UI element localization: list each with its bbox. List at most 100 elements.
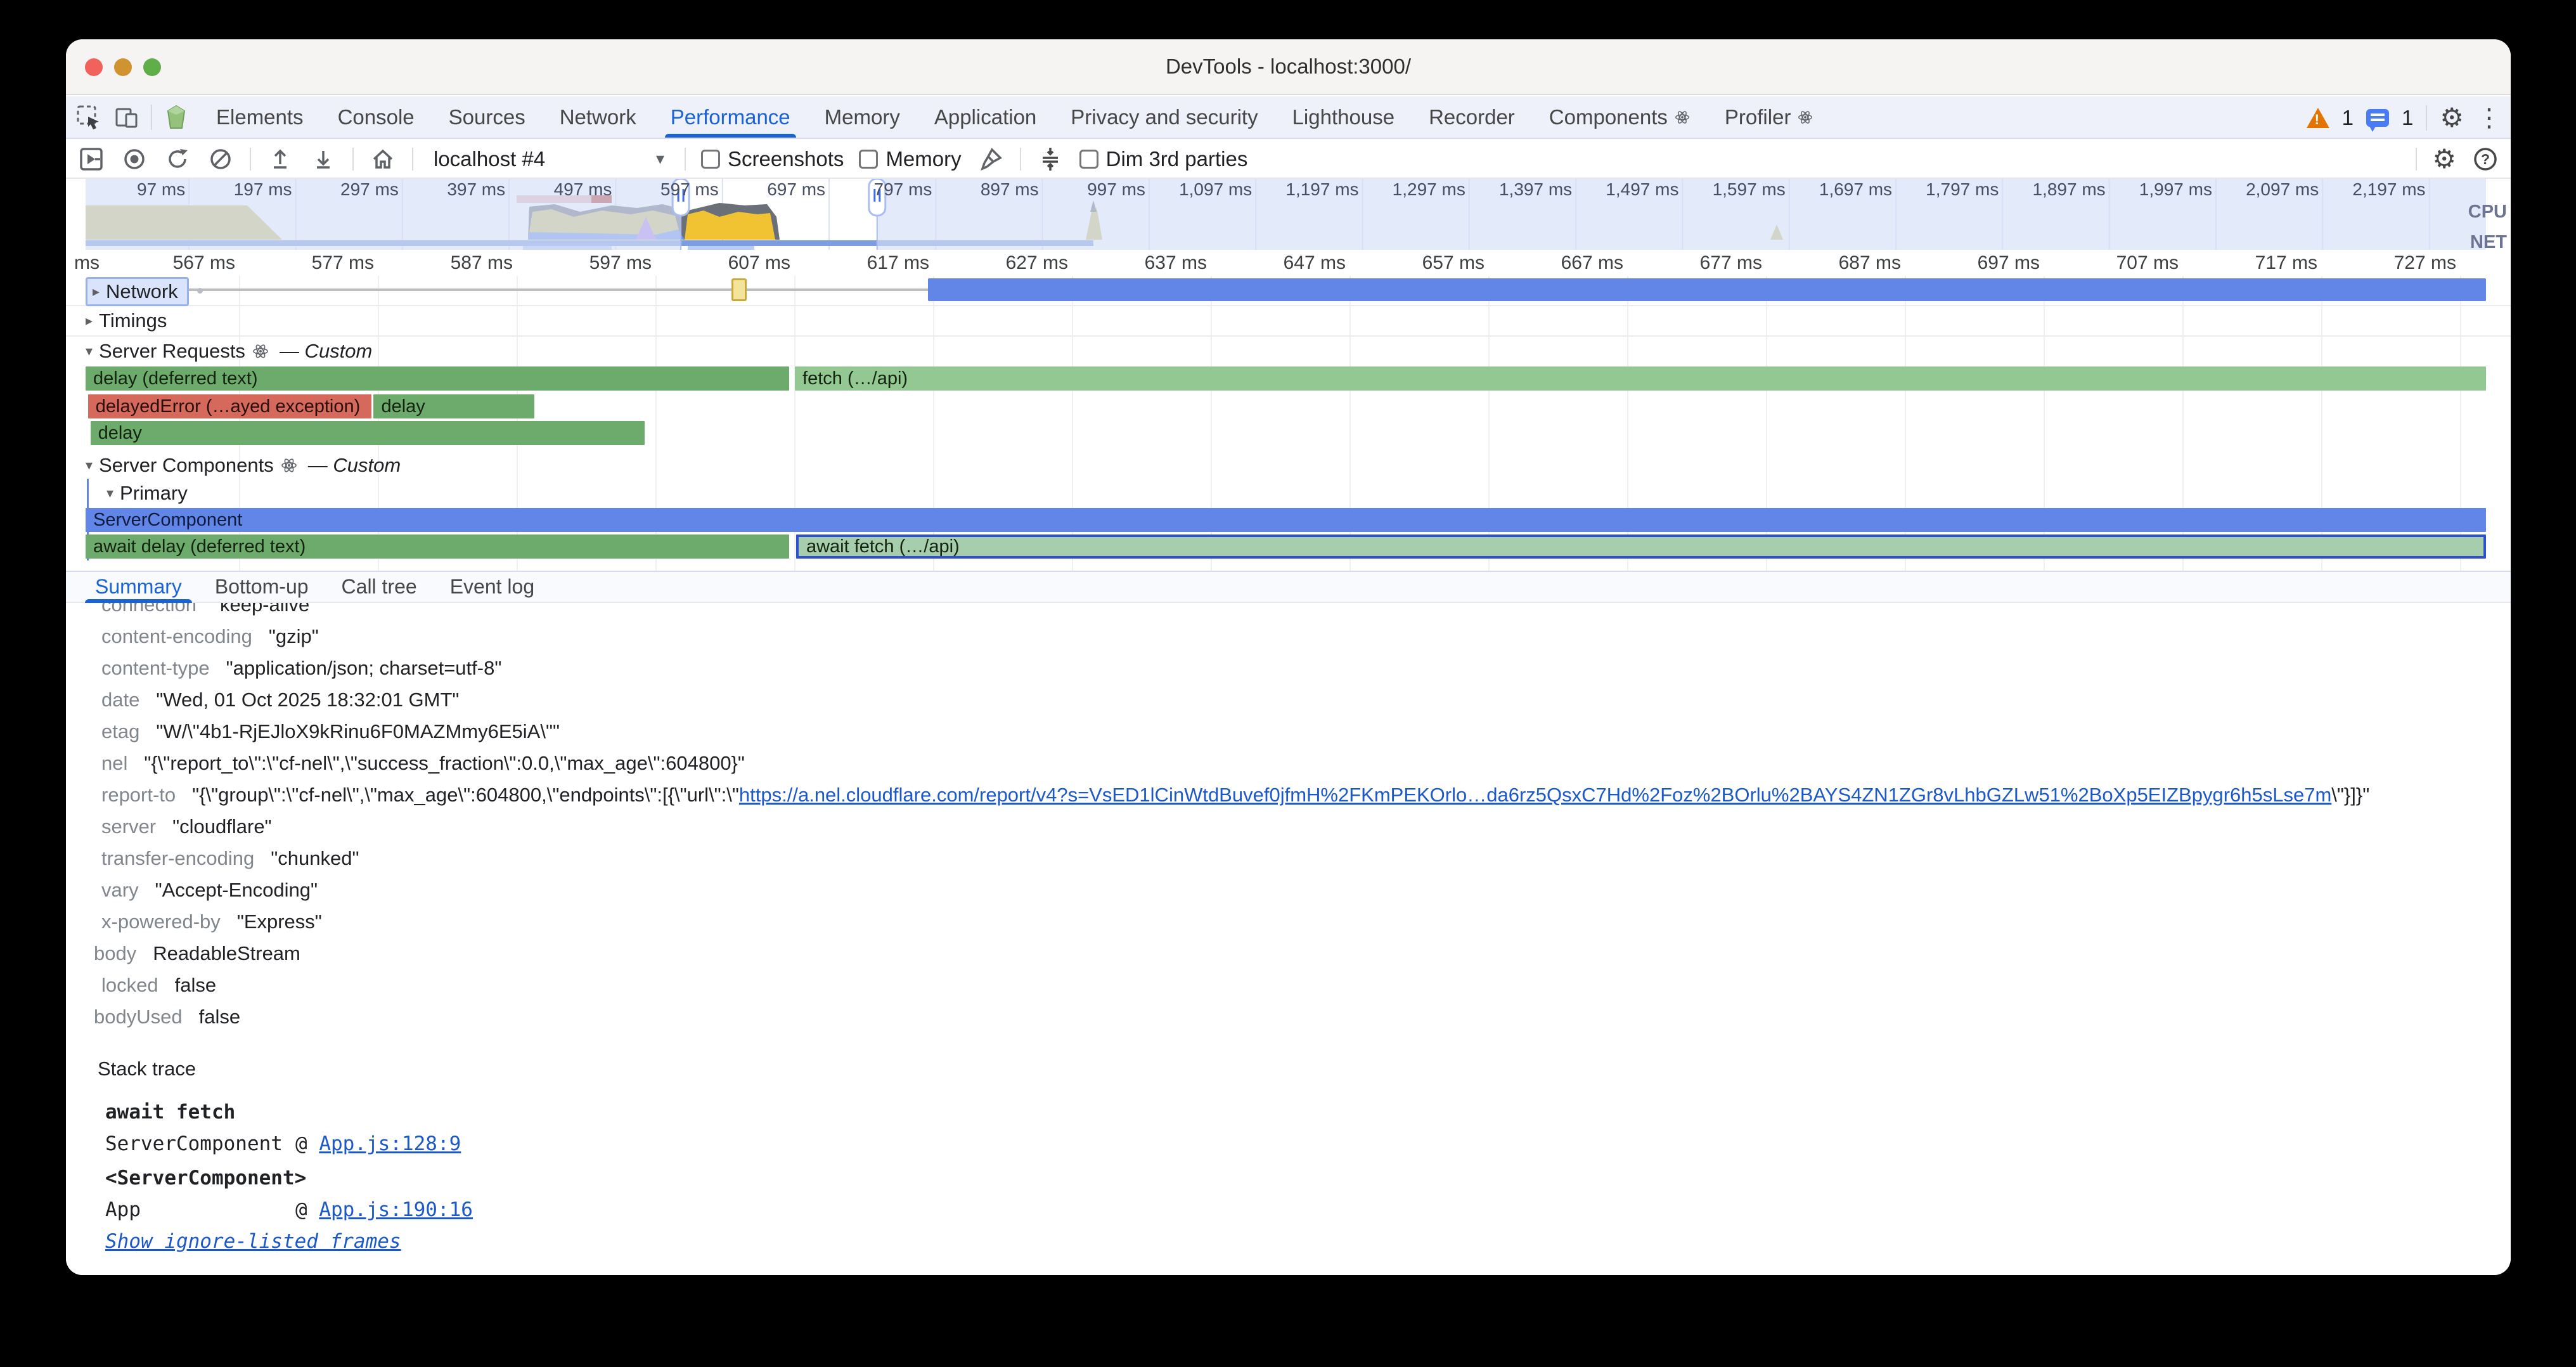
checkbox-box[interactable] — [859, 150, 878, 169]
stack-frame-function: App — [105, 1198, 295, 1221]
header-row: server"cloudflare" — [101, 814, 272, 839]
clear-icon[interactable] — [207, 145, 235, 173]
home-icon[interactable] — [369, 145, 397, 173]
header-row: connection"keep-alive" — [101, 603, 316, 618]
details-tab-summary[interactable]: Summary — [79, 572, 198, 602]
tab-profiler[interactable]: Profiler — [1708, 96, 1831, 138]
tab-application[interactable]: Application — [917, 96, 1053, 138]
overview-tick-label: 1,997 ms — [2139, 179, 2212, 199]
tab-privacy-and-security[interactable]: Privacy and security — [1053, 96, 1275, 138]
show-ignore-listed-frames-link[interactable]: Show ignore-listed frames — [105, 1230, 401, 1253]
details-tab-bar: SummaryBottom-upCall treeEvent log — [66, 571, 2511, 603]
network-request-bar[interactable] — [928, 278, 2486, 301]
header-key: transfer-encoding — [101, 847, 254, 869]
memory-checkbox[interactable]: Memory — [859, 147, 961, 171]
tab-memory[interactable]: Memory — [808, 96, 917, 138]
server-component-row: ServerComponent — [86, 508, 2486, 533]
overview-cpu-chart[interactable]: 97 ms197 ms297 ms397 ms497 ms597 ms697 m… — [86, 179, 2486, 250]
network-track[interactable]: ▸ Network — [86, 277, 2486, 304]
header-key: x-powered-by — [101, 910, 221, 933]
tab-network[interactable]: Network — [543, 96, 654, 138]
flame-bar-label: delayedError (…ayed exception) — [96, 396, 360, 417]
record-icon[interactable] — [120, 145, 148, 173]
screenshots-label: Screenshots — [728, 147, 844, 171]
flame-bar[interactable]: delay — [91, 421, 645, 445]
record-reload-icon[interactable] — [164, 145, 191, 173]
flame-settings-icon[interactable] — [1036, 145, 1064, 173]
flame-bar[interactable]: await delay (deferred text) — [86, 534, 789, 559]
server-requests-track-header[interactable]: ▾ Server Requests — Custom — [86, 339, 2486, 363]
tab-components[interactable]: Components — [1532, 96, 1708, 138]
stack-trace-row: App@ App.js:190:16 — [105, 1198, 473, 1221]
more-options-icon[interactable]: ⋮ — [2476, 103, 2502, 133]
svg-text:?: ? — [2481, 151, 2490, 167]
flame-bar[interactable]: await fetch (…/api) — [796, 534, 2486, 559]
details-tab-event-log[interactable]: Event log — [434, 572, 551, 602]
report-endpoint-link[interactable]: https://a.nel.cloudflare.com/report/v4?s… — [739, 784, 2331, 806]
header-row: date"Wed, 01 Oct 2025 18:32:01 GMT" — [101, 687, 459, 713]
tab-performance[interactable]: Performance — [654, 96, 808, 138]
custom-track-suffix: — Custom — [280, 340, 372, 363]
stack-trace-row: Show ignore-listed frames — [105, 1230, 401, 1253]
tab-lighthouse[interactable]: Lighthouse — [1275, 96, 1412, 138]
flame-bar[interactable]: delay (deferred text) — [86, 366, 789, 391]
help-icon[interactable]: ? — [2471, 145, 2499, 173]
flame-bar[interactable]: delayedError (…ayed exception) — [88, 394, 371, 418]
capture-settings-gear-icon[interactable]: ⚙ — [2432, 143, 2456, 174]
live-metrics-icon[interactable] — [77, 145, 105, 173]
tab-label: Console — [338, 105, 415, 129]
collect-garbage-icon[interactable] — [977, 145, 1005, 173]
tab-sources[interactable]: Sources — [432, 96, 543, 138]
timings-track-header[interactable]: ▸ Timings — [86, 309, 2486, 333]
tab-console[interactable]: Console — [321, 96, 432, 138]
device-toolbar-icon[interactable] — [113, 103, 141, 131]
summary-pane[interactable]: Stack trace connection"keep-alive"conten… — [66, 603, 2511, 1275]
header-value: "gzip" — [269, 625, 319, 647]
details-tab-call-tree[interactable]: Call tree — [325, 572, 434, 602]
server-components-track-header[interactable]: ▾ Server Components — Custom — [86, 453, 2486, 477]
load-profile-icon[interactable] — [266, 145, 294, 173]
header-value: "{\"report_to\":\"cf-nel\",\"success_fra… — [144, 752, 745, 774]
details-tab-bottom-up[interactable]: Bottom-up — [198, 572, 325, 602]
tab-label: Lighthouse — [1292, 105, 1394, 129]
flame-chart-tracks[interactable]: ▸ Network ▸ Timings ▾ Server Requests — … — [66, 276, 2511, 571]
stack-frame-location-link[interactable]: App.js:190:16 — [319, 1198, 473, 1221]
network-track-header[interactable]: ▸ Network — [86, 277, 189, 306]
screenshots-checkbox[interactable]: Screenshots — [701, 147, 844, 171]
header-key: vary — [101, 879, 139, 901]
tab-recorder[interactable]: Recorder — [1412, 96, 1532, 138]
header-value-prefix: "{\"group\":\"cf-nel\",\"max_age\":60480… — [192, 784, 739, 806]
timeline-ruler[interactable]: ms567 ms577 ms587 ms597 ms607 ms617 ms62… — [66, 250, 2511, 276]
timeline-overview[interactable]: 97 ms197 ms297 ms397 ms497 ms597 ms697 m… — [66, 179, 2511, 250]
header-key: date — [101, 689, 139, 711]
expand-triangle-icon: ▾ — [106, 486, 113, 502]
checkbox-box[interactable] — [701, 150, 720, 169]
issue-count[interactable]: 1 — [2402, 106, 2413, 130]
profile-select[interactable]: localhost #4 ▾ — [428, 147, 669, 171]
collapse-triangle-icon: ▸ — [93, 284, 100, 300]
window-title: DevTools - localhost:3000/ — [66, 39, 2511, 94]
overview-tick-label: 2,197 ms — [2352, 179, 2425, 199]
warnings-icon[interactable] — [2307, 108, 2329, 128]
flame-bar[interactable]: delay — [373, 394, 534, 418]
profile-select-value: localhost #4 — [434, 147, 545, 171]
tab-label: Elements — [216, 105, 304, 129]
warning-count[interactable]: 1 — [2342, 106, 2354, 130]
save-profile-icon[interactable] — [309, 145, 337, 173]
flame-bar-label: await fetch (…/api) — [806, 536, 960, 557]
settings-gear-icon[interactable]: ⚙ — [2440, 102, 2464, 133]
tab-elements[interactable]: Elements — [199, 96, 321, 138]
stack-frame-location-link[interactable]: App.js:128:9 — [319, 1132, 461, 1155]
network-request-waiting-line — [179, 288, 929, 291]
checkbox-box[interactable] — [1079, 150, 1098, 169]
overview-tick-label: 597 ms — [660, 179, 719, 199]
issues-icon[interactable] — [2366, 109, 2389, 127]
inspect-icon[interactable] — [75, 103, 103, 131]
dim-third-parties-checkbox[interactable]: Dim 3rd parties — [1079, 147, 1248, 171]
flame-bar[interactable]: ServerComponent — [86, 508, 2486, 532]
network-request-block[interactable] — [731, 278, 747, 301]
overview-tick-label: 1,197 ms — [1285, 179, 1358, 199]
flame-bar[interactable]: fetch (…/api) — [795, 366, 2486, 391]
header-row: transfer-encoding"chunked" — [101, 846, 359, 871]
primary-group-header[interactable]: ▾ Primary — [86, 481, 2486, 505]
